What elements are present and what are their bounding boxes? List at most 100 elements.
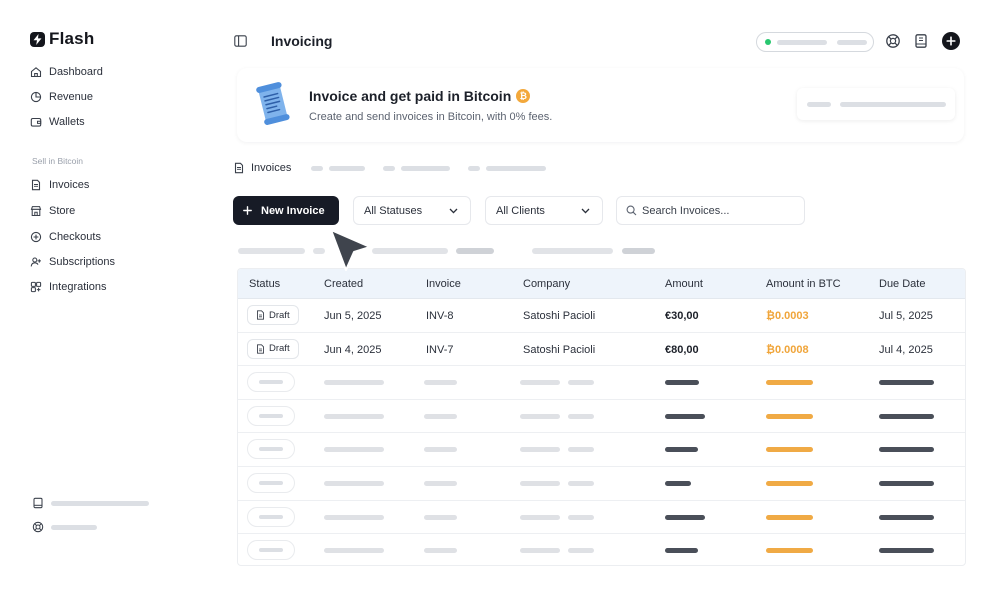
plus-icon bbox=[243, 206, 252, 215]
sidebar-item-invoices[interactable]: Invoices bbox=[30, 177, 89, 193]
tab-placeholder[interactable] bbox=[401, 165, 451, 171]
tab-placeholder[interactable] bbox=[383, 165, 396, 171]
placeholder-bar bbox=[665, 548, 698, 554]
placeholder-bar bbox=[324, 447, 384, 453]
tab-placeholder[interactable] bbox=[311, 165, 324, 171]
placeholder-bar bbox=[568, 480, 594, 486]
placeholder-bar bbox=[456, 248, 494, 254]
banner-subtitle: Create and send invoices in Bitcoin, wit… bbox=[309, 111, 553, 123]
table-row[interactable]: Draft Jun 4, 2025 INV-7 Satoshi Pacioli … bbox=[238, 333, 965, 367]
column-header-company[interactable]: Company bbox=[523, 278, 570, 290]
placeholder-bar bbox=[324, 413, 384, 419]
banner-action-card[interactable] bbox=[797, 88, 955, 120]
document-icon bbox=[257, 343, 264, 354]
placeholder-bar bbox=[424, 548, 457, 554]
page-title: Invoicing bbox=[271, 33, 333, 49]
mouse-cursor-icon bbox=[330, 229, 371, 271]
created-cell: Jun 5, 2025 bbox=[324, 310, 382, 322]
placeholder-row bbox=[238, 400, 965, 434]
column-header-due-date[interactable]: Due Date bbox=[879, 278, 925, 290]
search-placeholder: Search Invoices... bbox=[642, 204, 730, 217]
tab-placeholder[interactable] bbox=[486, 165, 547, 171]
sidebar-docs-link[interactable] bbox=[32, 497, 149, 509]
placeholder-bar bbox=[324, 380, 384, 386]
placeholder-bar bbox=[568, 447, 594, 453]
sidebar-item-checkouts[interactable]: Checkouts bbox=[30, 229, 101, 245]
amount-cell: €30,00 bbox=[665, 310, 699, 322]
lifebuoy-icon[interactable] bbox=[885, 33, 901, 49]
search-input[interactable]: Search Invoices... bbox=[616, 196, 805, 225]
placeholder-bar bbox=[777, 39, 827, 45]
due-date-cell: Jul 4, 2025 bbox=[879, 343, 933, 356]
company-cell: Satoshi Pacioli bbox=[523, 310, 596, 322]
app-logo[interactable]: Flash bbox=[30, 29, 94, 49]
sidebar-item-label: Checkouts bbox=[49, 231, 101, 243]
placeholder-bar bbox=[766, 447, 813, 453]
sidebar-item-dashboard[interactable]: Dashboard bbox=[30, 64, 103, 80]
banner-title: Invoice and get paid in Bitcoin ₿ bbox=[309, 88, 531, 104]
column-header-invoice[interactable]: Invoice bbox=[426, 278, 461, 290]
placeholder-badge bbox=[247, 405, 295, 426]
column-header-amount[interactable]: Amount bbox=[665, 278, 703, 290]
placeholder-bar bbox=[840, 101, 946, 107]
sidebar-section-title: Sell in Bitcoin bbox=[32, 156, 84, 166]
column-header-status[interactable]: Status bbox=[249, 278, 280, 290]
placeholder-badge bbox=[247, 372, 295, 393]
sidebar-item-wallets[interactable]: Wallets bbox=[30, 114, 85, 130]
column-header-created[interactable]: Created bbox=[324, 278, 363, 290]
placeholder-bar bbox=[324, 480, 384, 486]
create-button[interactable] bbox=[942, 32, 960, 50]
chevron-down-icon bbox=[449, 208, 458, 214]
app-name: Flash bbox=[49, 29, 95, 48]
placeholder-bar bbox=[424, 413, 457, 419]
tab-label: Invoices bbox=[251, 162, 292, 174]
sidebar-item-store[interactable]: Store bbox=[30, 203, 75, 219]
placeholder-row bbox=[238, 534, 965, 565]
table-row[interactable]: Draft Jun 5, 2025 INV-8 Satoshi Pacioli … bbox=[238, 299, 965, 333]
book-icon[interactable] bbox=[913, 33, 929, 49]
sidebar-item-subscriptions[interactable]: Subscriptions bbox=[30, 254, 115, 270]
placeholder-bar bbox=[520, 514, 560, 520]
integrations-icon bbox=[30, 281, 42, 293]
placeholder-bar bbox=[424, 447, 457, 453]
new-invoice-button[interactable]: New Invoice bbox=[233, 196, 339, 225]
client-filter-select[interactable]: All Clients bbox=[485, 196, 603, 225]
book-icon bbox=[33, 497, 43, 509]
lifebuoy-icon bbox=[32, 521, 44, 533]
search-icon bbox=[626, 205, 637, 216]
placeholder-bar bbox=[665, 447, 698, 453]
placeholder-bar bbox=[879, 447, 934, 453]
sidebar-item-integrations[interactable]: Integrations bbox=[30, 279, 106, 295]
sidebar-help-link[interactable] bbox=[32, 521, 97, 533]
tab-invoices[interactable]: Invoices bbox=[233, 162, 291, 174]
placeholder-bar bbox=[622, 248, 655, 254]
placeholder-row bbox=[238, 467, 965, 501]
tab-placeholder[interactable] bbox=[329, 165, 366, 171]
placeholder-bar bbox=[324, 514, 384, 520]
placeholder-bar bbox=[313, 248, 325, 254]
status-text: Draft bbox=[269, 343, 290, 355]
placeholder-bar bbox=[766, 514, 813, 520]
placeholder-bar bbox=[879, 514, 934, 520]
sidebar-item-label: Integrations bbox=[49, 281, 107, 293]
placeholder-bar bbox=[324, 548, 384, 554]
placeholder-bar bbox=[879, 380, 934, 386]
status-filter-select[interactable]: All Statuses bbox=[353, 196, 471, 225]
placeholder-bar bbox=[766, 548, 813, 554]
invoices-table: Status Created Invoice Company Amount Am… bbox=[237, 268, 966, 566]
sidebar-item-label: Revenue bbox=[49, 91, 94, 103]
placeholder-bar bbox=[879, 480, 934, 486]
invoice-icon bbox=[31, 179, 41, 191]
placeholder-bar bbox=[665, 380, 699, 386]
placeholder-bar bbox=[520, 447, 560, 453]
tab-placeholder[interactable] bbox=[468, 165, 481, 171]
sidebar-toggle-icon[interactable] bbox=[234, 35, 247, 47]
sidebar-item-revenue[interactable]: Revenue bbox=[30, 89, 93, 105]
status-dot bbox=[765, 39, 771, 45]
placeholder-bar bbox=[372, 248, 448, 254]
amount-btc-cell: ₿0.0008 bbox=[766, 343, 809, 356]
column-header-amount-btc[interactable]: Amount in BTC bbox=[766, 278, 841, 290]
sidebar-item-label: Subscriptions bbox=[49, 256, 116, 268]
network-status-pill[interactable] bbox=[756, 32, 874, 52]
placeholder-bar bbox=[766, 380, 813, 386]
